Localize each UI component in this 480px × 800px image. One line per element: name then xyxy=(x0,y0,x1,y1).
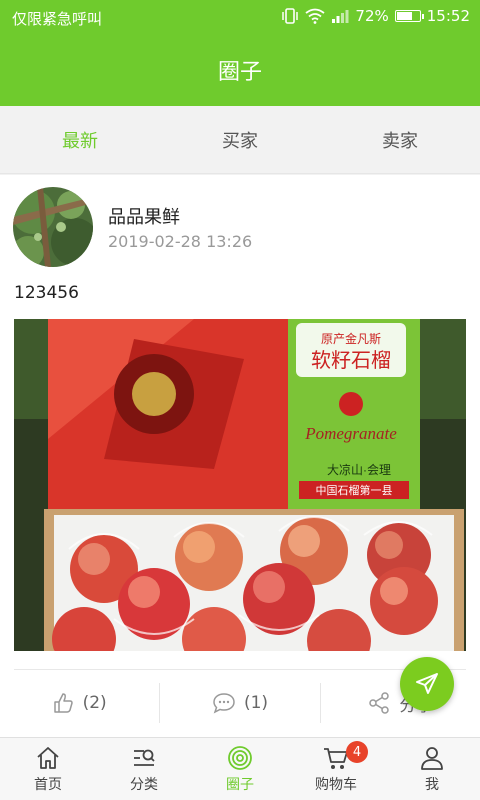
battery-percent: 72% xyxy=(355,7,389,25)
box-label-main: 软籽石榴 xyxy=(311,349,391,372)
comment-count: (1) xyxy=(243,693,269,713)
nav-circle[interactable]: 圈子 xyxy=(192,738,288,800)
nav-category[interactable]: 分类 xyxy=(96,738,192,800)
status-icons: 72% 15:52 xyxy=(281,7,470,25)
box-label-script: Pomegranate xyxy=(304,424,397,443)
cart-badge: 4 xyxy=(346,741,368,763)
clock: 15:52 xyxy=(426,7,470,25)
author-name[interactable]: 品品果鲜 xyxy=(108,203,180,229)
status-bar: 仅限紧急呼叫 72% 15:52 xyxy=(0,0,480,34)
share-icon xyxy=(369,692,390,714)
nav-me-label: 我 xyxy=(425,777,439,793)
nav-home-label: 首页 xyxy=(34,777,62,793)
feed-tabs: 最新 买家 卖家 xyxy=(0,106,480,174)
nav-home[interactable]: 首页 xyxy=(0,738,96,800)
post-timestamp: 2019-02-28 13:26 xyxy=(108,232,253,251)
nav-category-label: 分类 xyxy=(130,777,158,793)
compose-post-button[interactable] xyxy=(400,657,454,711)
thumbs-up-icon xyxy=(53,693,73,713)
wifi-icon xyxy=(305,8,325,24)
post-content: 123456 xyxy=(14,283,79,303)
tab-sellers[interactable]: 卖家 xyxy=(320,106,480,173)
home-icon xyxy=(37,747,59,769)
box-label-origin: 大凉山·会理 xyxy=(327,462,391,477)
tab-buyers[interactable]: 买家 xyxy=(160,106,320,173)
avatar[interactable] xyxy=(13,187,93,267)
bottom-nav: 首页 分类 圈子 4 购物车 我 xyxy=(0,737,480,800)
comment-button[interactable]: (1) xyxy=(159,683,319,723)
box-label-slogan: 中国石榴第一县 xyxy=(316,483,393,497)
category-search-icon xyxy=(134,749,155,766)
nav-circle-label: 圈子 xyxy=(226,777,254,793)
tab-latest[interactable]: 最新 xyxy=(0,106,160,173)
carrier-text: 仅限紧急呼叫 xyxy=(12,10,103,28)
circle-icon xyxy=(228,746,252,770)
post-card: 品品果鲜 2019-02-28 13:26 123456 原产金凡斯 软籽石榴 … xyxy=(0,175,480,737)
divider xyxy=(14,669,466,670)
box-label-top: 原产金凡斯 xyxy=(321,331,381,346)
nav-me[interactable]: 我 xyxy=(384,738,480,800)
post-photo[interactable]: 原产金凡斯 软籽石榴 Pomegranate 大凉山·会理 中国石榴第一县 xyxy=(14,319,466,651)
nav-cart-label: 购物车 xyxy=(315,777,357,793)
like-count: (2) xyxy=(82,693,107,713)
app-header: 圈子 xyxy=(0,34,480,106)
nav-cart[interactable]: 4 购物车 xyxy=(288,738,384,800)
battery-icon xyxy=(394,10,424,22)
send-icon xyxy=(416,673,438,694)
vibrate-icon xyxy=(282,8,299,24)
user-icon xyxy=(421,747,443,770)
comment-icon xyxy=(213,693,235,714)
like-button[interactable]: (2) xyxy=(0,683,159,723)
signal-icon xyxy=(332,10,349,23)
page-title: 圈子 xyxy=(217,60,262,85)
